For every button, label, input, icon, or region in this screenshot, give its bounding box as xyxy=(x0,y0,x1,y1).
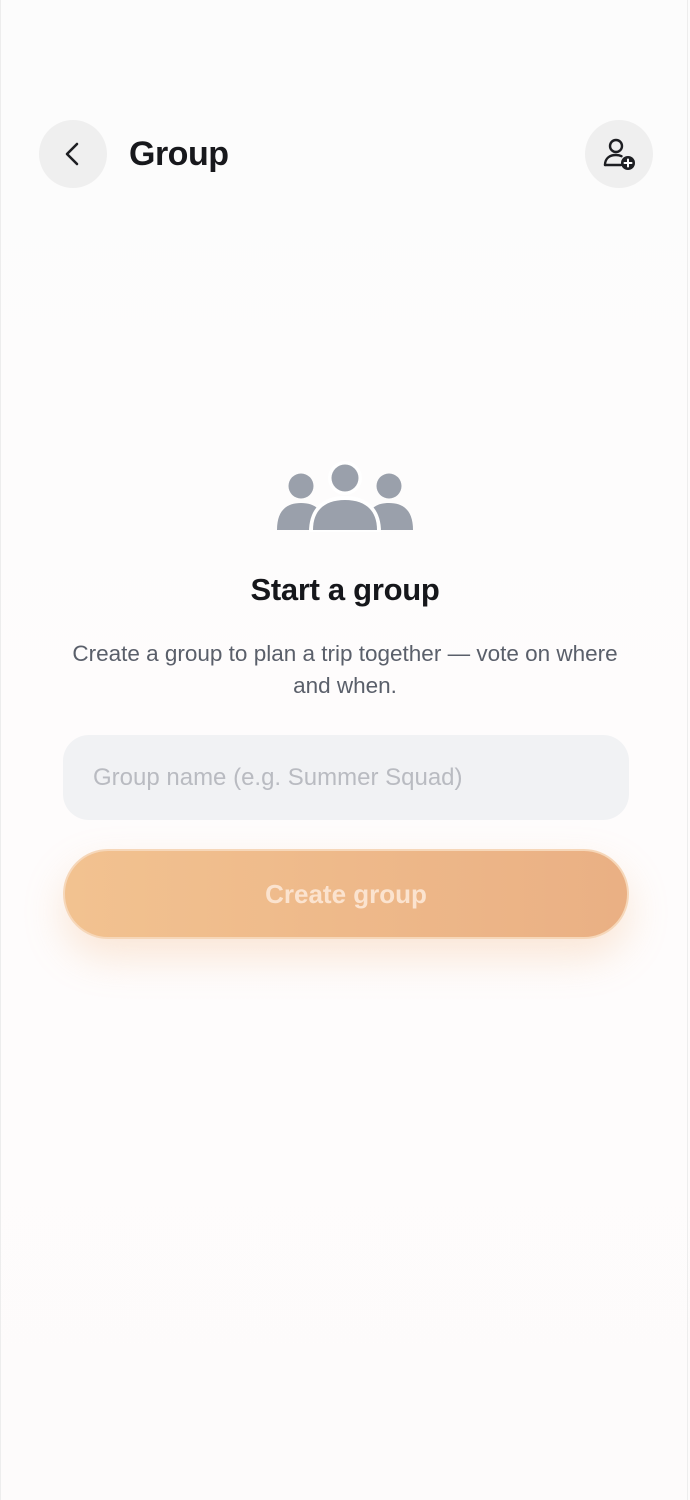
add-member-button[interactable] xyxy=(585,120,653,188)
empty-state-title: Start a group xyxy=(250,572,440,607)
empty-state-description: Create a group to plan a trip together —… xyxy=(72,641,618,698)
header: Group xyxy=(39,120,653,188)
group-name-field[interactable] xyxy=(63,735,629,820)
group-name-input[interactable] xyxy=(91,762,601,793)
group-people-icon xyxy=(277,461,413,532)
group-screen: Group Start a group Create a group to pl… xyxy=(0,0,688,1500)
empty-state: Start a group Create a group to plan a t… xyxy=(1,460,689,702)
create-group-button[interactable]: Create group xyxy=(63,849,629,939)
user-plus-icon xyxy=(603,138,635,170)
back-button[interactable] xyxy=(39,120,107,188)
page-title: Group xyxy=(129,135,229,173)
chevron-left-icon xyxy=(65,142,79,166)
